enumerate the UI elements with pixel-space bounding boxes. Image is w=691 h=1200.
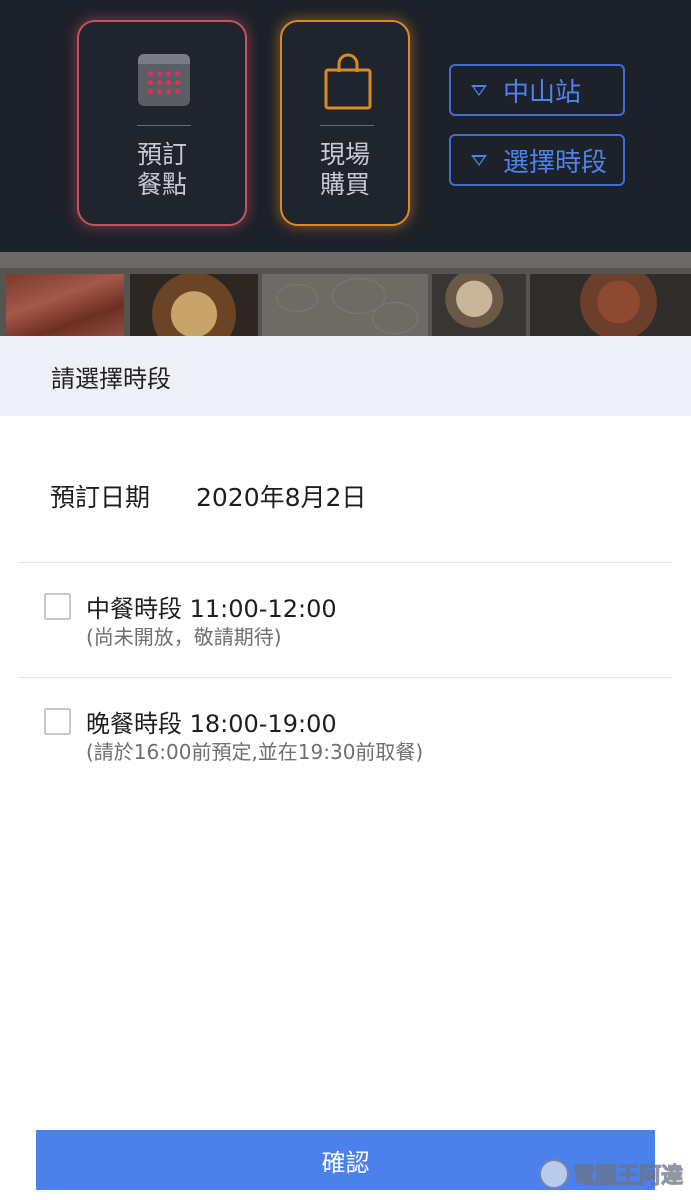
onsite-purchase-tile[interactable]: 現場 購買 (280, 20, 410, 226)
tile-divider (320, 125, 374, 126)
timeslot-filter-label: 選擇時段 (503, 147, 608, 178)
food-image (432, 274, 526, 336)
lunch-checkbox[interactable] (44, 593, 71, 620)
timeslot-filter-button[interactable]: 選擇時段 (449, 134, 625, 186)
booking-date-row: 預訂日期 2020年8月2日 (50, 478, 366, 514)
lunch-slot-title: 中餐時段 11:00-12:00 (86, 595, 337, 623)
dinner-slot-note: (請於16:00前預定,並在19:30前取餐) (86, 740, 424, 764)
food-image (130, 274, 258, 336)
watermark-text: 電腦王阿達 (572, 1164, 683, 1190)
sheet-title: 請選擇時段 (51, 364, 171, 393)
tile-divider (137, 125, 191, 126)
triangle-down-icon (471, 84, 487, 96)
watermark: 電腦王阿達 (538, 1158, 684, 1190)
mascot-icon (538, 1159, 569, 1189)
dinner-checkbox[interactable] (44, 708, 71, 735)
food-banner (0, 252, 691, 336)
lunch-slot-note: (尚未開放，敬請期待) (86, 625, 282, 649)
food-image (6, 274, 124, 336)
calendar-icon (138, 54, 190, 106)
sheet-header: 請選擇時段 (0, 336, 691, 416)
station-filter-button[interactable]: 中山站 (449, 64, 625, 116)
divider (18, 677, 673, 678)
order-meal-label: 預訂 餐點 (136, 140, 187, 199)
station-filter-label: 中山站 (503, 77, 582, 108)
booking-date-value: 2020年8月2日 (196, 483, 367, 512)
shopping-bag-icon (324, 53, 372, 110)
food-image (530, 274, 691, 336)
food-image (262, 274, 428, 336)
onsite-purchase-label: 現場 購買 (319, 140, 370, 199)
top-panel: 預訂 餐點 現場 購買 中山站 選擇時段 (0, 0, 691, 252)
divider (18, 562, 673, 563)
booking-date-label: 預訂日期 (50, 483, 151, 512)
order-meal-tile[interactable]: 預訂 餐點 (77, 20, 247, 226)
dinner-slot-title: 晚餐時段 18:00-19:00 (86, 710, 337, 738)
triangle-down-icon (471, 154, 487, 166)
